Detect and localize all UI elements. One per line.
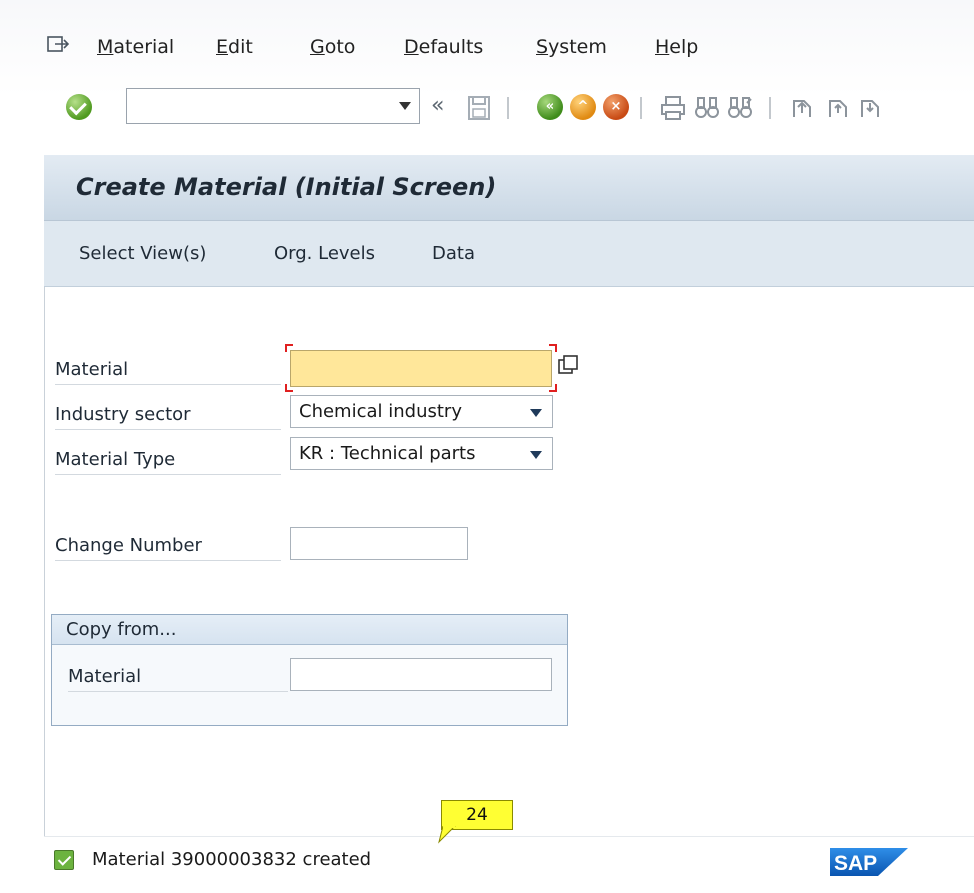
svg-text:SAP: SAP — [834, 852, 877, 875]
toolbar-separator — [507, 97, 509, 119]
multiple-selection-icon[interactable] — [558, 355, 578, 375]
application-toolbar: Select View(s) Org. Levels Data — [44, 221, 974, 287]
focus-corner — [549, 384, 557, 392]
title-bar: Create Material (Initial Screen) — [44, 155, 974, 221]
copy-from-title: Copy from... — [52, 615, 567, 645]
menu-material[interactable]: Material — [97, 36, 174, 58]
back-icon[interactable]: « — [537, 94, 563, 120]
menu-help[interactable]: Help — [655, 36, 698, 58]
material-type-select[interactable]: KR : Technical parts — [290, 437, 553, 470]
page-title: Create Material (Initial Screen) — [76, 173, 497, 201]
cancel-icon[interactable]: × — [603, 94, 629, 120]
chevron-down-icon[interactable] — [530, 451, 542, 459]
first-page-icon[interactable] — [790, 95, 814, 121]
find-icon[interactable] — [694, 95, 720, 121]
chevron-down-icon[interactable] — [530, 409, 542, 417]
menu-goto[interactable]: Goto — [310, 36, 355, 58]
change-number-input[interactable] — [290, 527, 468, 560]
focus-corner — [549, 344, 557, 352]
industry-sector-select[interactable]: Chemical industry — [290, 395, 553, 428]
next-page-icon[interactable] — [858, 95, 882, 121]
enter-check-icon[interactable] — [66, 94, 92, 120]
chevron-down-icon[interactable] — [399, 102, 411, 110]
focus-corner — [285, 384, 293, 392]
exit-icon[interactable]: ^ — [570, 94, 596, 120]
material-label: Material — [55, 355, 281, 385]
save-icon[interactable] — [467, 95, 491, 121]
toolbar-separator — [640, 97, 642, 119]
data-button[interactable]: Data — [432, 243, 475, 264]
menu-edit[interactable]: Edit — [216, 36, 253, 58]
callout-number: 24 — [466, 805, 488, 825]
toolbar-separator — [769, 97, 771, 119]
change-number-label: Change Number — [55, 531, 281, 561]
org-levels-button[interactable]: Org. Levels — [274, 243, 375, 264]
status-message[interactable]: Material 39000003832 created — [92, 849, 371, 870]
previous-page-icon[interactable] — [826, 95, 850, 121]
sap-logo: SAP — [830, 848, 908, 876]
industry-sector-value: Chemical industry — [299, 401, 462, 422]
industry-sector-label: Industry sector — [55, 400, 281, 430]
menu-defaults[interactable]: Defaults — [404, 36, 483, 58]
collapse-arrows-icon[interactable]: « — [431, 92, 444, 120]
material-type-label: Material Type — [55, 445, 281, 475]
select-views-button[interactable]: Select View(s) — [79, 243, 206, 264]
copy-material-label: Material — [68, 662, 288, 692]
material-input[interactable] — [290, 350, 552, 387]
command-field[interactable] — [126, 88, 420, 124]
focus-corner — [285, 344, 293, 352]
print-icon[interactable] — [660, 95, 686, 121]
menu-exit-icon[interactable] — [47, 36, 69, 54]
menu-system[interactable]: System — [536, 36, 607, 58]
success-check-icon — [54, 850, 74, 870]
material-type-value: KR : Technical parts — [299, 443, 476, 464]
find-next-icon[interactable] — [727, 95, 753, 121]
copy-material-input[interactable] — [290, 658, 552, 691]
callout-pointer — [438, 826, 456, 844]
